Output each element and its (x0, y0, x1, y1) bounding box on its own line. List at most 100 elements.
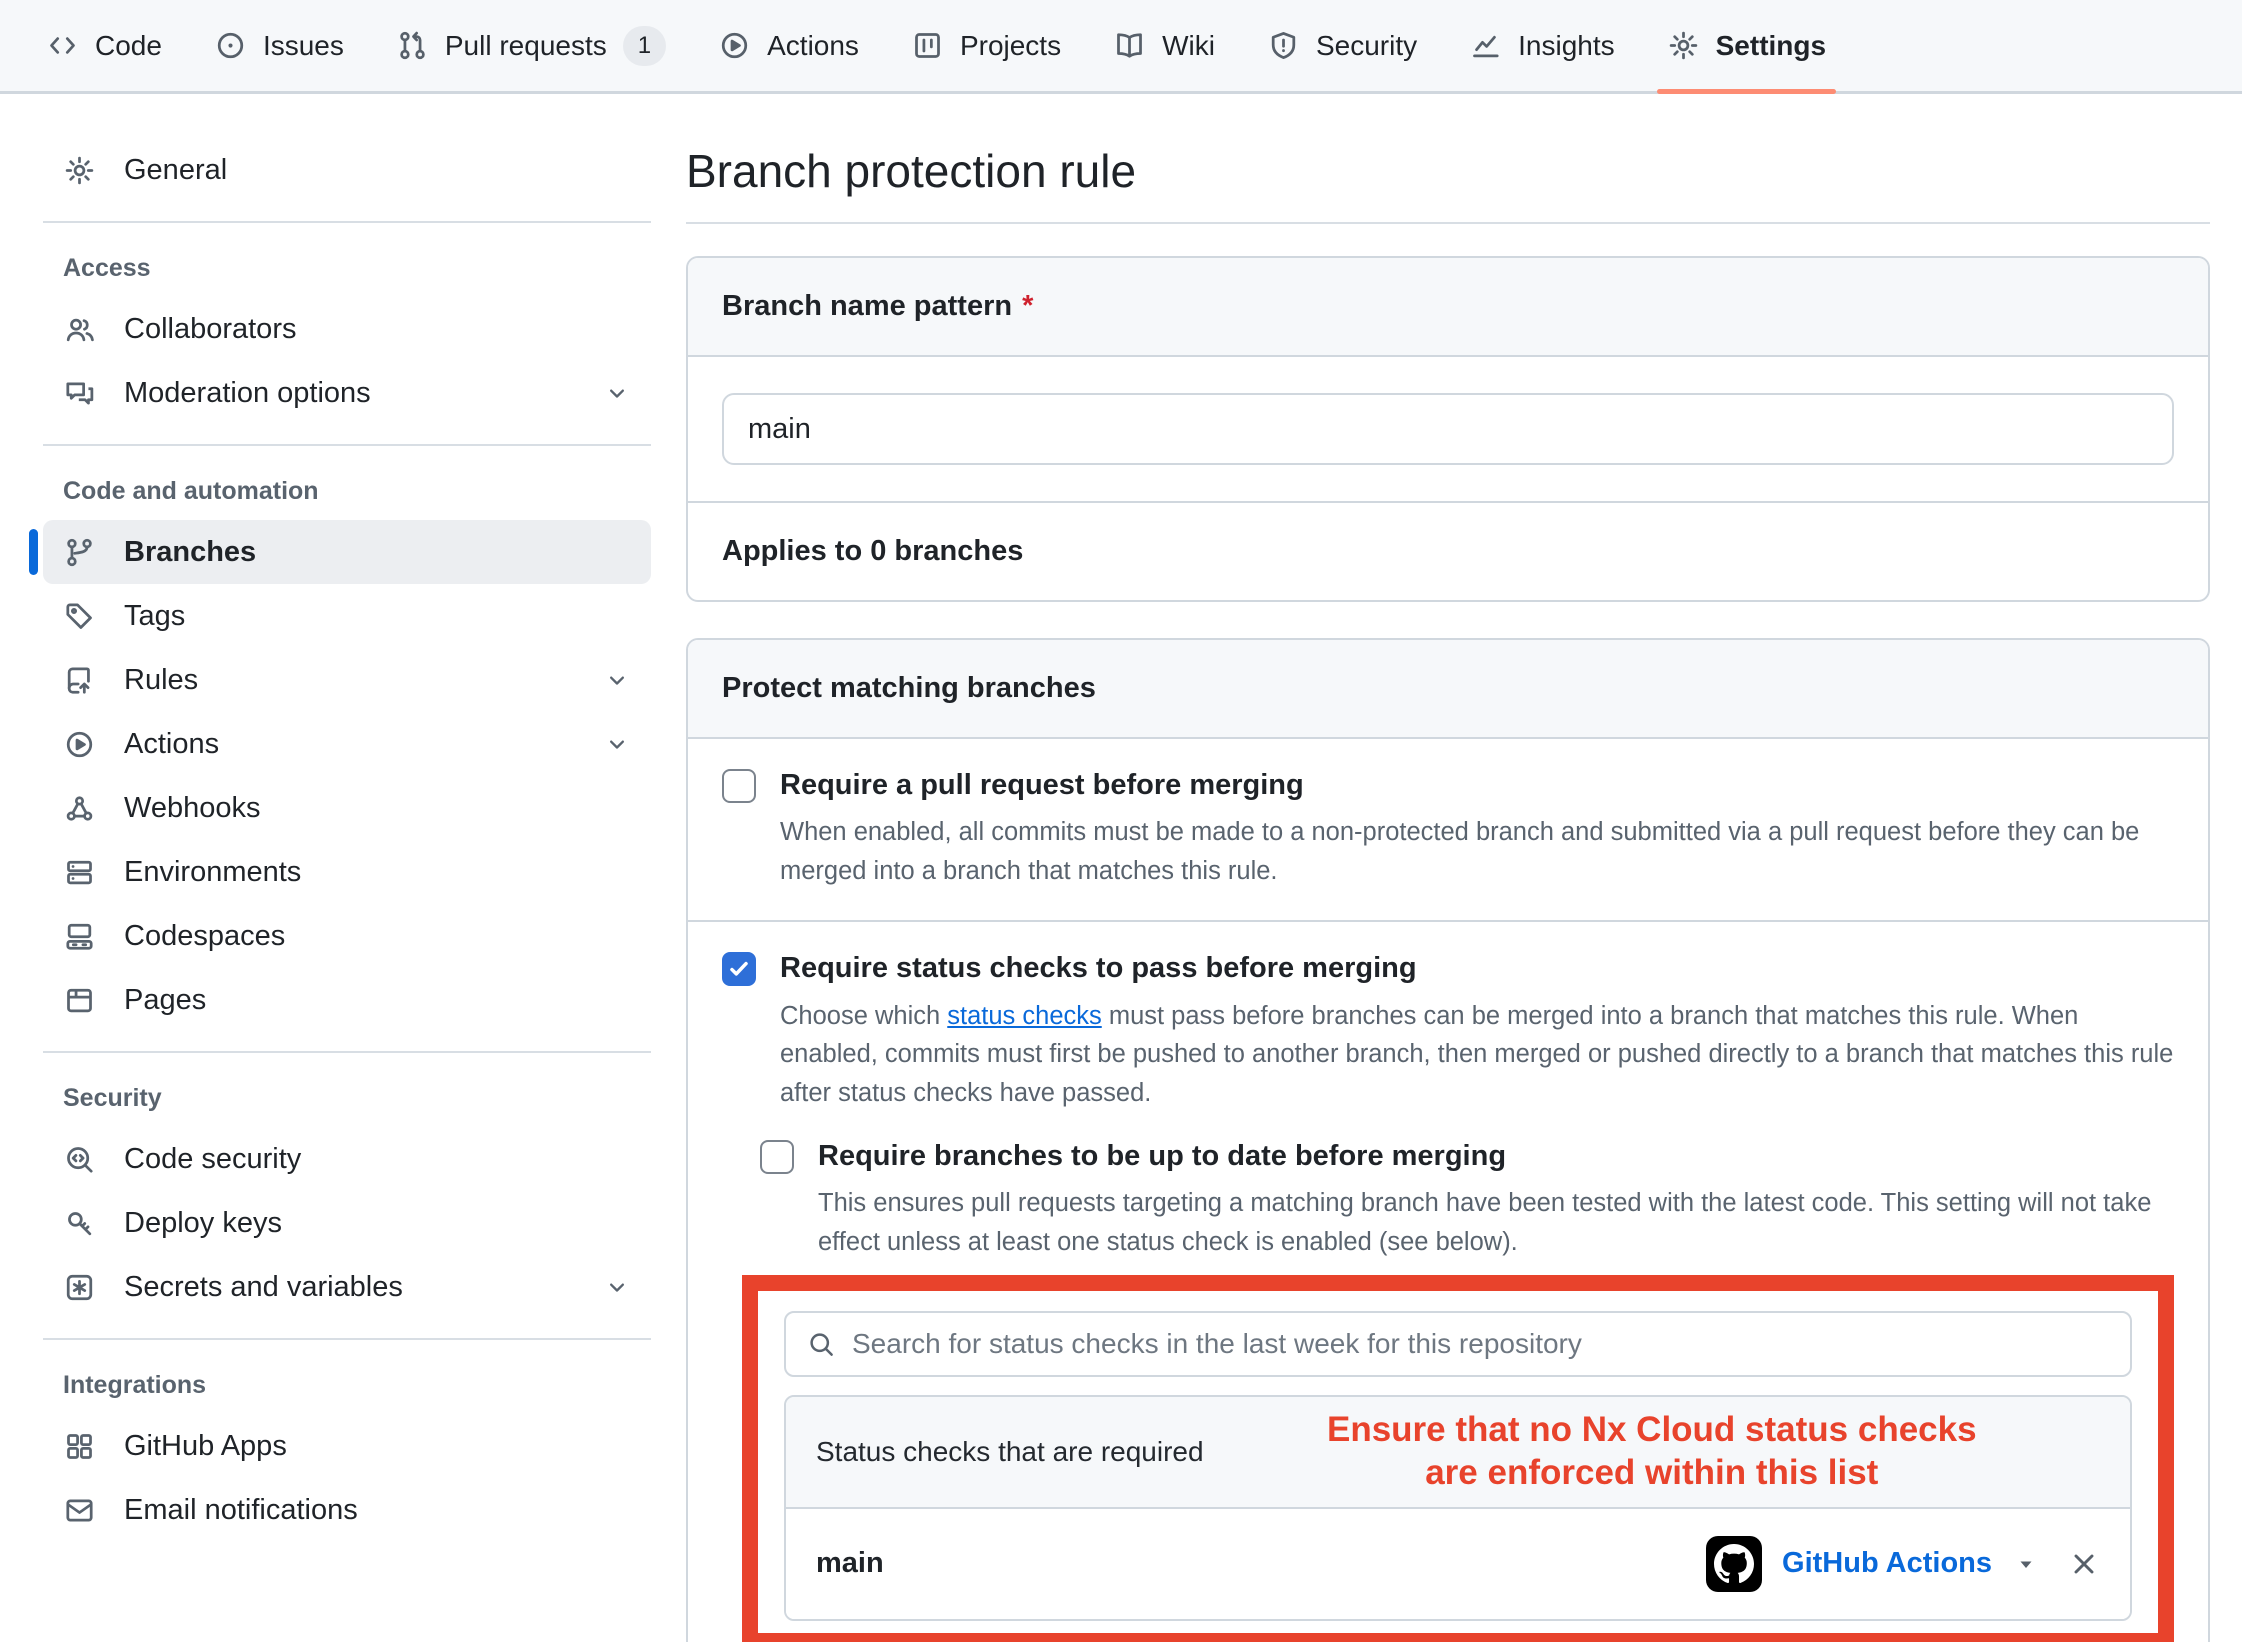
tab-code[interactable]: Code (20, 0, 188, 91)
github-actions-link[interactable]: GitHub Actions (1782, 1547, 1992, 1580)
protect-matching-branches-header: Protect matching branches (688, 640, 2208, 739)
sidebar-section-access: Access (43, 242, 651, 297)
book-icon (1113, 29, 1146, 62)
sidebar-item-environments[interactable]: Environments (43, 840, 651, 904)
sidebar-item-label: Code security (124, 1143, 301, 1176)
sidebar-item-pages[interactable]: Pages (43, 968, 651, 1032)
sidebar-item-label: Environments (124, 856, 301, 889)
require-up-to-date-description: This ensures pull requests targeting a m… (818, 1184, 2174, 1261)
tab-label: Actions (767, 30, 859, 62)
issue-icon (214, 29, 247, 62)
tab-label: Security (1316, 30, 1417, 62)
required-status-checks-header-label: Status checks that are required (816, 1436, 1204, 1468)
sidebar-divider (43, 1051, 651, 1053)
require-pull-request-checkbox[interactable] (722, 769, 756, 803)
required-status-checks-header: Status checks that are required Ensure t… (786, 1397, 2130, 1508)
sidebar-item-label: Pages (124, 984, 206, 1017)
branch-name-pattern-body (688, 357, 2208, 501)
applies-to-branches-text: Applies to 0 branches (688, 501, 2208, 600)
tab-issues[interactable]: Issues (188, 0, 370, 91)
branch-name-pattern-input[interactable] (722, 393, 2174, 465)
mail-icon (63, 1494, 96, 1527)
codespaces-icon (63, 920, 96, 953)
sidebar-divider (43, 444, 651, 446)
require-up-to-date-checkbox[interactable] (760, 1140, 794, 1174)
option-require-pull-request-section: Require a pull request before merging Wh… (688, 739, 2208, 920)
require-pull-request-description: When enabled, all commits must be made t… (780, 813, 2174, 890)
tab-settings[interactable]: Settings (1641, 0, 1852, 91)
sidebar-item-deploy-keys[interactable]: Deploy keys (43, 1191, 651, 1255)
branch-name-pattern-header: Branch name pattern * (688, 258, 2208, 357)
sidebar-item-label: GitHub Apps (124, 1430, 287, 1463)
projects-icon (911, 29, 944, 62)
require-status-checks-description: Choose which status checks must pass bef… (780, 997, 2174, 1113)
people-icon (63, 313, 96, 346)
sidebar-item-label: Secrets and variables (124, 1271, 403, 1304)
status-check-options-caret[interactable] (2014, 1552, 2038, 1576)
tag-icon (63, 600, 96, 633)
branch-name-pattern-label: Branch name pattern (722, 290, 1012, 322)
required-asterisk: * (1022, 290, 1033, 322)
require-pull-request-label: Require a pull request before merging (780, 767, 2174, 803)
graph-icon (1469, 29, 1502, 62)
require-status-checks-checkbox[interactable] (722, 952, 756, 986)
sidebar-item-rules[interactable]: Rules (43, 648, 651, 712)
sidebar-item-actions[interactable]: Actions (43, 712, 651, 776)
tab-wiki[interactable]: Wiki (1087, 0, 1241, 91)
sidebar-item-email-notifications[interactable]: Email notifications (43, 1478, 651, 1542)
status-check-name: main (816, 1547, 884, 1580)
settings-sidebar: General Access Collaborators Moderation … (43, 138, 651, 1542)
tab-actions[interactable]: Actions (692, 0, 885, 91)
status-check-row: main GitHub Actions (786, 1509, 2130, 1619)
sidebar-item-label: Branches (124, 536, 256, 569)
status-checks-link[interactable]: status checks (947, 1002, 1101, 1030)
sidebar-item-label: Deploy keys (124, 1207, 282, 1240)
remove-status-check-button[interactable] (2068, 1548, 2100, 1580)
description-text: Choose which (780, 1002, 947, 1030)
sidebar-item-general[interactable]: General (43, 138, 651, 202)
sidebar-item-secrets-variables[interactable]: Secrets and variables (43, 1255, 651, 1319)
sidebar-item-collaborators[interactable]: Collaborators (43, 297, 651, 361)
tab-security[interactable]: Security (1241, 0, 1443, 91)
tab-label: Code (95, 30, 162, 62)
repo-push-icon (63, 664, 96, 697)
shield-icon (1267, 29, 1300, 62)
sidebar-item-branches[interactable]: Branches (43, 520, 651, 584)
title-divider (686, 222, 2210, 224)
sidebar-item-github-apps[interactable]: GitHub Apps (43, 1414, 651, 1478)
tab-label: Insights (1518, 30, 1615, 62)
sidebar-item-label: Email notifications (124, 1494, 358, 1527)
git-branch-icon (63, 536, 96, 569)
tab-pull-requests[interactable]: Pull requests 1 (370, 0, 692, 91)
sidebar-item-tags[interactable]: Tags (43, 584, 651, 648)
tab-label: Wiki (1162, 30, 1215, 62)
chevron-down-icon (603, 730, 631, 758)
sidebar-item-codespaces[interactable]: Codespaces (43, 904, 651, 968)
chevron-down-icon (603, 1273, 631, 1301)
protect-matching-branches-card: Protect matching branches Require a pull… (686, 638, 2210, 1642)
key-icon (63, 1207, 96, 1240)
required-status-checks-list: Status checks that are required Ensure t… (784, 1395, 2132, 1620)
sidebar-divider (43, 221, 651, 223)
sidebar-item-label: Collaborators (124, 313, 296, 346)
tab-projects[interactable]: Projects (885, 0, 1087, 91)
sidebar-item-webhooks[interactable]: Webhooks (43, 776, 651, 840)
sidebar-item-code-security[interactable]: Code security (43, 1127, 651, 1191)
status-checks-search-input[interactable] (784, 1311, 2132, 1377)
sidebar-item-label: General (124, 154, 227, 187)
tab-label: Settings (1716, 30, 1826, 62)
sidebar-divider (43, 1338, 651, 1340)
sidebar-item-label: Rules (124, 664, 198, 697)
sidebar-item-label: Moderation options (124, 377, 371, 410)
tab-insights[interactable]: Insights (1443, 0, 1641, 91)
require-up-to-date-label: Require branches to be up to date before… (818, 1138, 2174, 1174)
webhook-icon (63, 792, 96, 825)
branch-name-pattern-card: Branch name pattern * Applies to 0 branch… (686, 256, 2210, 602)
sidebar-item-moderation-options[interactable]: Moderation options (43, 361, 651, 425)
browser-icon (63, 984, 96, 1017)
sidebar-item-label: Tags (124, 600, 185, 633)
codescan-icon (63, 1143, 96, 1176)
asterisk-box-icon (63, 1271, 96, 1304)
annotation-line-1: Ensure that no Nx Cloud status checks (1204, 1409, 2100, 1452)
tab-label: Issues (263, 30, 344, 62)
